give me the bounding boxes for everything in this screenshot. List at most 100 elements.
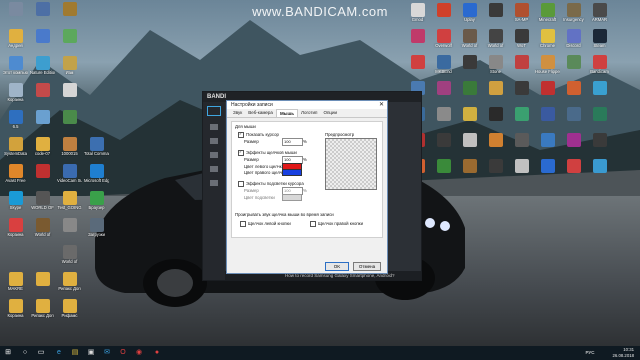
desktop-icon[interactable]: Этот компьютер — [3, 56, 28, 82]
desktop-icon[interactable]: code-07 — [30, 137, 55, 163]
desktop-icon[interactable]: WORLD OF — [30, 191, 55, 217]
desktop-icon[interactable]: Gmod — [405, 3, 430, 29]
desktop-icon[interactable] — [587, 159, 612, 185]
desktop-icon[interactable]: ARMAR — [587, 3, 612, 29]
start-icon[interactable]: ⊞ — [3, 348, 13, 358]
video-icon[interactable] — [210, 152, 218, 158]
desktop-icon[interactable]: Корзина — [3, 83, 28, 109]
desktop-icon[interactable] — [587, 133, 612, 159]
desktop-icon[interactable]: Skype — [3, 191, 28, 217]
desktop-icon[interactable]: MAKRE — [3, 272, 28, 298]
desktop-icon[interactable] — [457, 133, 482, 159]
desktop-icon[interactable] — [30, 83, 55, 109]
desktop-icon[interactable] — [483, 3, 508, 29]
desktop-icon[interactable] — [57, 29, 82, 55]
highlight-color-swatch[interactable] — [282, 194, 302, 201]
desktop-icon[interactable] — [57, 218, 82, 244]
desktop-icon[interactable] — [30, 110, 55, 136]
desktop-icon[interactable]: Nature Edition — [30, 56, 55, 82]
desktop-icon[interactable]: Insurgency — [561, 3, 586, 29]
desktop-icon[interactable] — [535, 159, 560, 185]
desktop-icon[interactable] — [431, 3, 456, 29]
desktop-icon[interactable] — [30, 29, 55, 55]
desktop-icon[interactable]: 1000015 — [57, 137, 82, 163]
gear-icon[interactable] — [210, 138, 218, 144]
desktop-icon[interactable] — [431, 133, 456, 159]
desktop-icon[interactable] — [457, 107, 482, 133]
tab-1[interactable]: Веб-камера — [245, 109, 276, 117]
desktop-icon[interactable]: 6.5 — [3, 110, 28, 136]
mail-icon[interactable]: ✉ — [102, 348, 112, 358]
desktop-icon[interactable]: Stone — [483, 55, 508, 81]
desktop-icon[interactable] — [561, 107, 586, 133]
desktop-icon[interactable]: Андрей — [3, 29, 28, 55]
desktop-icon[interactable] — [431, 81, 456, 107]
desktop-icon[interactable]: Avast Free — [3, 164, 28, 190]
search-icon[interactable]: ○ — [20, 348, 30, 358]
left-click-sound-checkbox[interactable]: Щелчок левой кнопки — [240, 221, 291, 227]
desktop-icon[interactable]: Загрузки — [84, 218, 109, 244]
tab-2[interactable]: Мышь — [275, 109, 299, 117]
desktop-icon[interactable] — [561, 159, 586, 185]
desktop-icon[interactable]: House Flipper — [535, 55, 560, 81]
desktop-icon[interactable] — [405, 55, 430, 81]
desktop-icon[interactable]: Корзина — [3, 299, 28, 325]
settings-dialog[interactable]: Настройки записи ✕ Звук Веб-камера Мышь Лог… — [226, 100, 388, 274]
desktop-icon[interactable] — [509, 107, 534, 133]
info-icon[interactable] — [210, 180, 218, 186]
checkbox-icon[interactable] — [238, 131, 244, 138]
desktop-icon[interactable] — [483, 133, 508, 159]
checkbox-icon[interactable] — [238, 181, 244, 187]
desktop-icon[interactable]: Рипакс Доп — [30, 299, 55, 325]
size-input[interactable]: 100 — [282, 138, 303, 146]
desktop-icon[interactable] — [30, 2, 55, 28]
desktop-icon[interactable]: Bandicam — [587, 55, 612, 81]
desktop-icon[interactable]: Discord — [561, 29, 586, 55]
app-icon[interactable]: ◉ — [134, 348, 144, 358]
desktop-icon[interactable] — [30, 164, 55, 190]
desktop-icon[interactable] — [431, 159, 456, 185]
desktop-icon[interactable] — [457, 81, 482, 107]
checkbox-icon[interactable] — [238, 149, 244, 156]
right-click-sound-checkbox[interactable]: Щелчок правой кнопки — [310, 221, 363, 227]
system-tray[interactable]: 10:31 26.08.2018 — [612, 347, 634, 358]
desktop-icon[interactable]: WoT — [509, 29, 534, 55]
desktop-icon[interactable]: Корзина — [3, 218, 28, 244]
desktop-icon[interactable] — [3, 2, 28, 28]
desktop-icon[interactable] — [57, 83, 82, 109]
image-icon[interactable] — [210, 166, 218, 172]
desktop-icon[interactable]: MKBEnd — [431, 55, 456, 81]
desktop-icon[interactable]: Рипакс Доп — [57, 272, 82, 298]
desktop-icon[interactable] — [483, 107, 508, 133]
checkbox-icon[interactable] — [310, 221, 316, 227]
desktop-icon[interactable] — [561, 133, 586, 159]
desktop-icon[interactable] — [57, 2, 82, 28]
desktop-icon[interactable] — [30, 272, 55, 298]
desktop-icon[interactable]: Total Commander — [84, 137, 109, 163]
desktop-icon[interactable]: World of — [30, 218, 55, 244]
desktop-icon[interactable]: World of — [57, 245, 82, 271]
desktop-icon[interactable] — [561, 55, 586, 81]
desktop-icon[interactable] — [509, 55, 534, 81]
home-icon[interactable] — [210, 124, 218, 130]
desktop-icon[interactable] — [431, 107, 456, 133]
desktop-icon[interactable]: Test_GOING — [57, 191, 82, 217]
desktop-icon[interactable]: VideoCam Suite — [57, 164, 82, 190]
desktop-icon[interactable]: SystemData — [3, 137, 28, 163]
tab-3[interactable]: Логотип — [298, 109, 320, 117]
desktop-icon[interactable] — [561, 81, 586, 107]
desktop-icon[interactable]: Microsoft Edge — [84, 164, 109, 190]
desktop-icon[interactable] — [509, 159, 534, 185]
desktop-icon[interactable]: Chrome — [535, 29, 560, 55]
desktop-icon[interactable]: SA-MP — [509, 3, 534, 29]
desktop-icon[interactable] — [483, 159, 508, 185]
ok-button[interactable]: OK — [325, 262, 349, 271]
show-cursor-checkbox[interactable]: Показать курсор — [238, 131, 279, 138]
desktop-icon[interactable] — [483, 81, 508, 107]
desktop-icon[interactable]: Изм — [57, 56, 82, 82]
cancel-button[interactable]: Отмена — [353, 262, 381, 271]
desktop-icon[interactable]: Steam — [587, 29, 612, 55]
desktop-icon[interactable] — [457, 55, 482, 81]
checkbox-icon[interactable] — [240, 221, 246, 227]
task-view-icon[interactable]: ▭ — [36, 348, 46, 358]
